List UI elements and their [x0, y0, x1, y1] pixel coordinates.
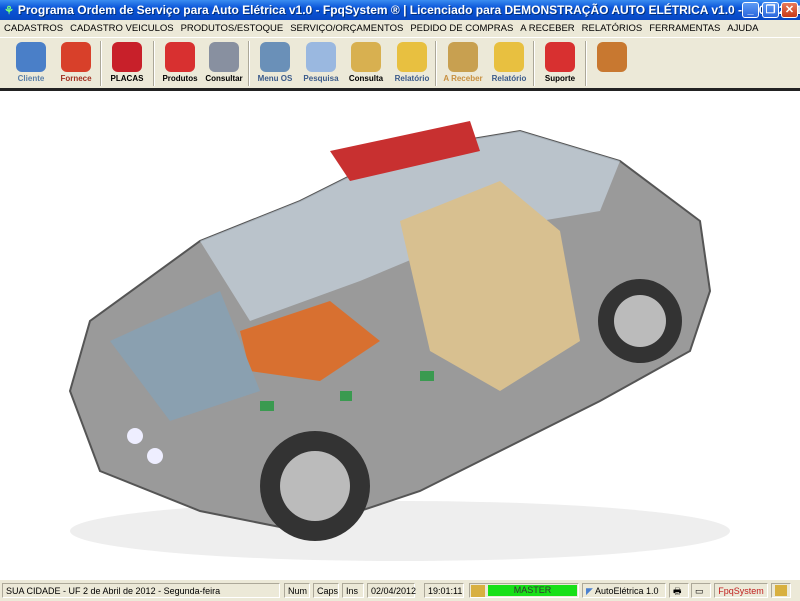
close-button[interactable]: ✕ — [781, 2, 798, 18]
menu-bar: CADASTROS CADASTRO VEICULOS PRODUTOS/EST… — [0, 20, 800, 36]
status-ins: Ins — [342, 583, 364, 598]
printer-icon[interactable]: 🖶 — [669, 583, 689, 598]
toolbar-separator — [435, 41, 437, 86]
status-num: Num — [284, 583, 310, 598]
toolbar-button-consultar[interactable]: Consultar — [201, 40, 247, 88]
toolbar-button-label: Cliente — [17, 74, 45, 83]
menu-cadastro-veiculos[interactable]: CADASTRO VEICULOS — [70, 23, 173, 34]
toolbar-button-relatório[interactable]: Relatório — [389, 40, 435, 88]
toolbar-separator — [153, 41, 155, 86]
supplier-person-icon — [61, 42, 91, 72]
menu-pedido-de-compras[interactable]: PEDIDO DE COMPRAS — [410, 23, 513, 34]
status-location-date: SUA CIDADE - UF 2 de Abril de 2012 - Seg… — [2, 583, 280, 598]
computer-icon[interactable]: ▭ — [691, 583, 711, 598]
toolbar-button-label: Fornece — [60, 74, 92, 83]
menu-ferramentas[interactable]: FERRAMENTAS — [649, 23, 720, 34]
file-box-icon — [351, 42, 381, 72]
app-version-icon: ◤ — [586, 586, 593, 596]
main-area — [0, 91, 800, 580]
menu-produtos-estoque[interactable]: PRODUTOS/ESTOQUE — [181, 23, 284, 34]
toolbar-button-label: Consulta — [348, 74, 384, 83]
toolbar-button-label: Produtos — [162, 74, 198, 83]
title-bar: ⚘ Programa Ordem de Serviço para Auto El… — [0, 0, 800, 20]
clipboard-icon — [260, 42, 290, 72]
menu-a-receber[interactable]: A RECEBER — [520, 23, 574, 34]
toolbar-button-label: Suporte — [544, 74, 576, 83]
toolbar-button-fornece[interactable]: Fornece — [53, 40, 99, 88]
restore-button[interactable]: ❐ — [762, 2, 779, 18]
toolbox-icon — [165, 42, 195, 72]
status-user: MASTER — [488, 585, 577, 596]
menu-ajuda[interactable]: AJUDA — [727, 23, 758, 34]
exit-door-icon — [597, 42, 627, 72]
toolbar-button-a-receber[interactable]: A Receber — [440, 40, 486, 88]
toolbar-button-label: Consultar — [205, 74, 243, 83]
toolbar-button-label: Menu OS — [257, 74, 293, 83]
search-document-icon — [306, 42, 336, 72]
status-date: 02/04/2012 — [367, 583, 416, 598]
report-money-icon — [494, 42, 524, 72]
toolbar-button-produtos[interactable]: Produtos — [157, 40, 203, 88]
users-icon[interactable] — [771, 583, 791, 598]
support-headset-icon — [545, 42, 575, 72]
car-plates-icon — [112, 42, 142, 72]
toolbar-button-placas[interactable]: PLACAS — [104, 40, 150, 88]
status-caps: Caps — [313, 583, 339, 598]
client-person-icon — [16, 42, 46, 72]
toolbar-button-menu-os[interactable]: Menu OS — [252, 40, 298, 88]
status-brand: FpqSystem — [714, 583, 768, 598]
menu-relatorios[interactable]: RELATÓRIOS — [582, 23, 643, 34]
minimize-button[interactable]: _ — [742, 2, 759, 18]
status-bar: SUA CIDADE - UF 2 de Abril de 2012 - Seg… — [0, 582, 800, 599]
toolbar-button-label: Pesquisa — [303, 74, 339, 83]
toolbar-separator — [533, 41, 535, 86]
status-app-version: AutoElétrica 1.0 — [594, 586, 659, 596]
toolbar-button-relatório[interactable]: Relatório — [486, 40, 532, 88]
app-icon: ⚘ — [4, 4, 14, 17]
status-time: 19:01:11 — [424, 583, 464, 598]
toolbar-button-pesquisa[interactable]: Pesquisa — [298, 40, 344, 88]
money-icon — [448, 42, 478, 72]
toolbar-button-sair[interactable] — [589, 40, 635, 88]
barcode-icon — [209, 42, 239, 72]
toolbar-separator — [100, 41, 102, 86]
window-title: Programa Ordem de Serviço para Auto Elét… — [17, 3, 800, 17]
menu-cadastros[interactable]: CADASTROS — [4, 23, 63, 34]
toolbar-button-label: A Receber — [443, 74, 483, 83]
toolbar-button-consulta[interactable]: Consulta — [343, 40, 389, 88]
toolbar-button-label: PLACAS — [110, 74, 144, 83]
toolbar-separator — [585, 41, 587, 86]
car-cutaway-illustration — [68, 121, 730, 561]
toolbar-button-label: Relatório — [394, 74, 430, 83]
user-icon — [471, 585, 485, 597]
menu-servico-orcamentos[interactable]: SERVIÇO/ORÇAMENTOS — [290, 23, 403, 34]
toolbar-button-label: Relatório — [491, 74, 527, 83]
toolbar-separator — [248, 41, 250, 86]
toolbar-button-cliente[interactable]: Cliente — [8, 40, 54, 88]
toolbar: Cliente Fornece PLACAS Produtos Consultar Men… — [0, 37, 800, 88]
report-icon — [397, 42, 427, 72]
toolbar-button-suporte[interactable]: Suporte — [537, 40, 583, 88]
